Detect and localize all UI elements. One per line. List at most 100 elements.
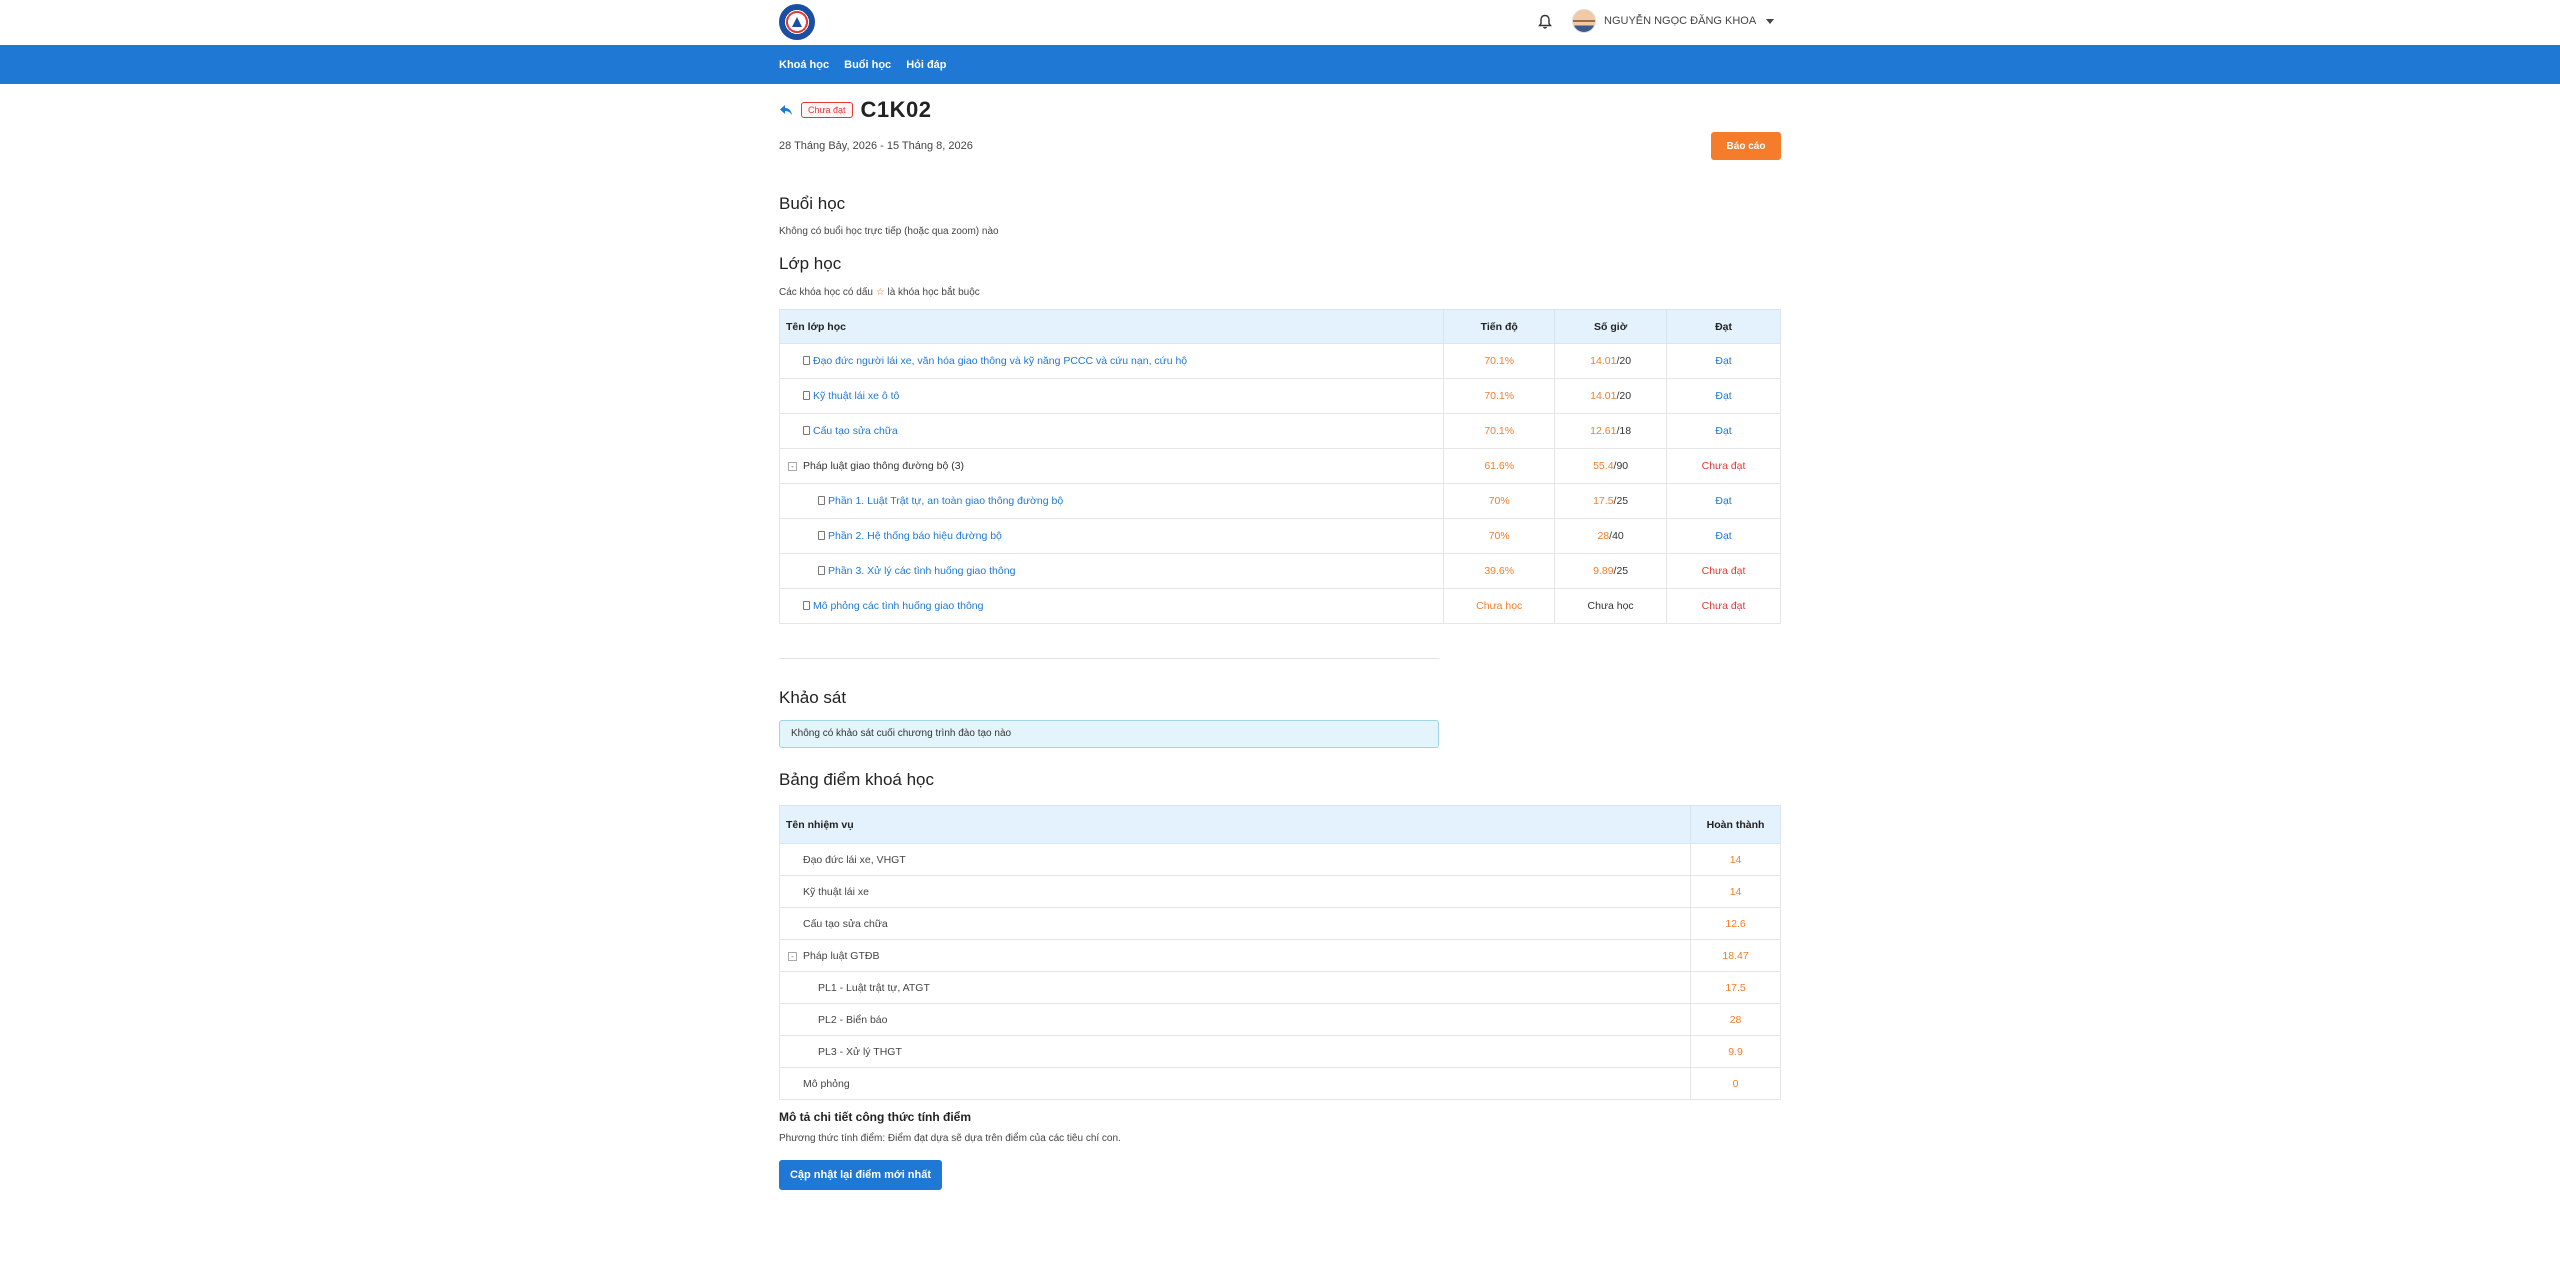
scores-heading: Bảng điểm khoá học bbox=[779, 770, 934, 789]
class-link[interactable]: Cấu tạo sửa chữa bbox=[813, 425, 898, 437]
report-button[interactable]: Báo cáo bbox=[1711, 132, 1781, 160]
status-cell: Đạt bbox=[1666, 518, 1781, 554]
nav-item-courses[interactable]: Khoá học bbox=[779, 59, 829, 71]
table-row: Đạo đức người lái xe, văn hóa giao thông… bbox=[778, 343, 1781, 379]
nav-item-qa[interactable]: Hỏi đáp bbox=[906, 59, 946, 71]
score-cell: 9.9 bbox=[1690, 1035, 1781, 1068]
hours-cell: 17.5/25 bbox=[1554, 483, 1668, 519]
hours-total: /90 bbox=[1613, 460, 1629, 472]
task-name-cell: PL3 - Xử lý THGT bbox=[778, 1035, 1692, 1068]
bell-icon[interactable] bbox=[1538, 14, 1552, 30]
chevron-down-icon bbox=[1766, 18, 1775, 24]
task-group-name: Pháp luật GTĐB bbox=[803, 949, 880, 962]
divider bbox=[779, 658, 1439, 659]
page-title-row: Chưa đạt C1K02 bbox=[779, 97, 932, 123]
hours-total: /25 bbox=[1613, 495, 1629, 507]
table-header-row: Tên nhiệm vụ Hoàn thành bbox=[778, 805, 1781, 844]
progress-cell: 70.1% bbox=[1443, 378, 1556, 414]
class-name-cell[interactable]: Mô phỏng các tình huống giao thông bbox=[778, 588, 1445, 624]
user-name: NGUYỄN NGỌC ĐĂNG KHOA bbox=[1604, 15, 1757, 27]
progress-cell: 39.6% bbox=[1443, 553, 1556, 589]
col-class-name: Tên lớp học bbox=[778, 309, 1445, 344]
table-row: Cấu tạo sửa chữa 70.1% 12.61/18 Đạt bbox=[778, 413, 1781, 449]
classes-table: Tên lớp học Tiến độ Số giờ Đạt Đạo đức n… bbox=[778, 309, 1781, 624]
table-row: - Pháp luật giao thông đường bộ (3) 61.6%… bbox=[778, 448, 1781, 484]
hours-total: /25 bbox=[1613, 565, 1629, 577]
back-arrow-icon[interactable] bbox=[779, 104, 793, 116]
nav-item-sessions[interactable]: Buổi học bbox=[844, 59, 891, 71]
user-menu[interactable]: NGUYỄN NGỌC ĐĂNG KHOA bbox=[1572, 9, 1775, 33]
class-link[interactable]: Phần 2. Hệ thống báo hiệu đường bộ bbox=[828, 530, 1002, 542]
status-cell: Chưa đạt bbox=[1666, 553, 1781, 589]
hours-total: /18 bbox=[1616, 425, 1632, 437]
logo-icon[interactable] bbox=[779, 4, 815, 40]
task-name-cell: Cấu tạo sửa chữa bbox=[778, 907, 1692, 940]
table-row: Mô phỏng các tình huống giao thông Chưa … bbox=[778, 588, 1781, 624]
score-cell: 17.5 bbox=[1690, 971, 1781, 1004]
collapse-toggle[interactable]: - bbox=[788, 462, 797, 471]
document-icon bbox=[803, 601, 810, 610]
task-name-cell: PL1 - Luật trật tự, ATGT bbox=[778, 971, 1692, 1004]
score-cell: 28 bbox=[1690, 1003, 1781, 1036]
class-link[interactable]: Phần 1. Luật Trật tự, an toàn giao thông… bbox=[828, 495, 1063, 507]
classes-note-before: Các khóa học có dấu bbox=[779, 287, 873, 298]
col-completed: Hoàn thành bbox=[1690, 805, 1781, 844]
table-row: Phần 1. Luật Trật tự, an toàn giao thông… bbox=[778, 483, 1781, 519]
class-name-cell[interactable]: Phần 2. Hệ thống báo hiệu đường bộ bbox=[778, 518, 1445, 554]
formula-description: Phương thức tính điểm: Điểm đạt dựa sẽ d… bbox=[779, 1133, 1121, 1144]
task-name-cell: Đạo đức lái xe, VHGT bbox=[778, 843, 1692, 876]
document-icon bbox=[803, 426, 810, 435]
hours-done: 17.5 bbox=[1593, 495, 1614, 507]
class-link[interactable]: Phần 3. Xử lý các tình huống giao thông bbox=[828, 565, 1015, 577]
hours-cell: 9.89/25 bbox=[1554, 553, 1668, 589]
task-name-cell: Kỹ thuật lái xe bbox=[778, 875, 1692, 908]
group-count: (3) bbox=[951, 460, 965, 472]
table-row: PL3 - Xử lý THGT 9.9 bbox=[778, 1035, 1781, 1068]
document-icon bbox=[818, 531, 825, 540]
task-group-cell: - Pháp luật GTĐB bbox=[778, 939, 1692, 972]
class-name-cell[interactable]: Cấu tạo sửa chữa bbox=[778, 413, 1445, 449]
progress-cell: Chưa học bbox=[1443, 588, 1556, 624]
hours-done: 55.4 bbox=[1593, 460, 1614, 472]
task-name-cell: Mô phỏng bbox=[778, 1067, 1692, 1100]
status-cell: Đạt bbox=[1666, 413, 1781, 449]
class-name-cell[interactable]: Phần 1. Luật Trật tự, an toàn giao thông… bbox=[778, 483, 1445, 519]
classes-note: Các khóa học có dấu ☆ là khóa học bắt bu… bbox=[779, 287, 980, 298]
class-name-cell[interactable]: Phần 3. Xử lý các tình huống giao thông bbox=[778, 553, 1445, 589]
hours-cell: Chưa học bbox=[1554, 588, 1668, 624]
class-link[interactable]: Mô phỏng các tình huống giao thông bbox=[813, 600, 983, 612]
group-name: Pháp luật giao thông đường bộ bbox=[803, 460, 949, 472]
score-cell: 14 bbox=[1690, 875, 1781, 908]
hours-done: 9.89 bbox=[1593, 565, 1614, 577]
status-cell: Chưa đạt bbox=[1666, 448, 1781, 484]
class-name-cell[interactable]: Đạo đức người lái xe, văn hóa giao thông… bbox=[778, 343, 1445, 379]
class-link[interactable]: Kỹ thuật lái xe ô tô bbox=[813, 390, 899, 402]
task-name-cell: PL2 - Biển báo bbox=[778, 1003, 1692, 1036]
hours-cell: 14.01/20 bbox=[1554, 343, 1668, 379]
classes-heading: Lớp học bbox=[779, 254, 842, 273]
col-passed: Đạt bbox=[1666, 309, 1781, 344]
score-cell: 0 bbox=[1690, 1067, 1781, 1100]
table-row: Mô phỏng 0 bbox=[778, 1067, 1781, 1100]
class-name-cell[interactable]: Kỹ thuật lái xe ô tô bbox=[778, 378, 1445, 414]
status-cell: Chưa đạt bbox=[1666, 588, 1781, 624]
update-score-button[interactable]: Cập nhật lại điểm mới nhất bbox=[779, 1160, 942, 1190]
document-icon bbox=[803, 391, 810, 400]
score-cell: 12.6 bbox=[1690, 907, 1781, 940]
class-link[interactable]: Đạo đức người lái xe, văn hóa giao thông… bbox=[813, 355, 1187, 367]
formula-heading: Mô tả chi tiết công thức tính điểm bbox=[779, 1110, 972, 1124]
table-row: PL2 - Biển báo 28 bbox=[778, 1003, 1781, 1036]
table-row: - Pháp luật GTĐB 18.47 bbox=[778, 939, 1781, 972]
avatar bbox=[1572, 9, 1596, 33]
col-progress: Tiến độ bbox=[1443, 309, 1556, 344]
star-icon: ☆ bbox=[875, 287, 885, 298]
classes-note-after: là khóa học bắt buộc bbox=[887, 287, 980, 298]
col-hours: Số giờ bbox=[1554, 309, 1668, 344]
hours-cell: 12.61/18 bbox=[1554, 413, 1668, 449]
document-icon bbox=[818, 496, 825, 505]
page-title: C1K02 bbox=[860, 97, 932, 122]
col-task-name: Tên nhiệm vụ bbox=[778, 805, 1692, 844]
collapse-toggle[interactable]: - bbox=[788, 951, 797, 961]
table-row: Phần 2. Hệ thống báo hiệu đường bộ 70% 2… bbox=[778, 518, 1781, 554]
hours-total: /40 bbox=[1609, 530, 1624, 542]
